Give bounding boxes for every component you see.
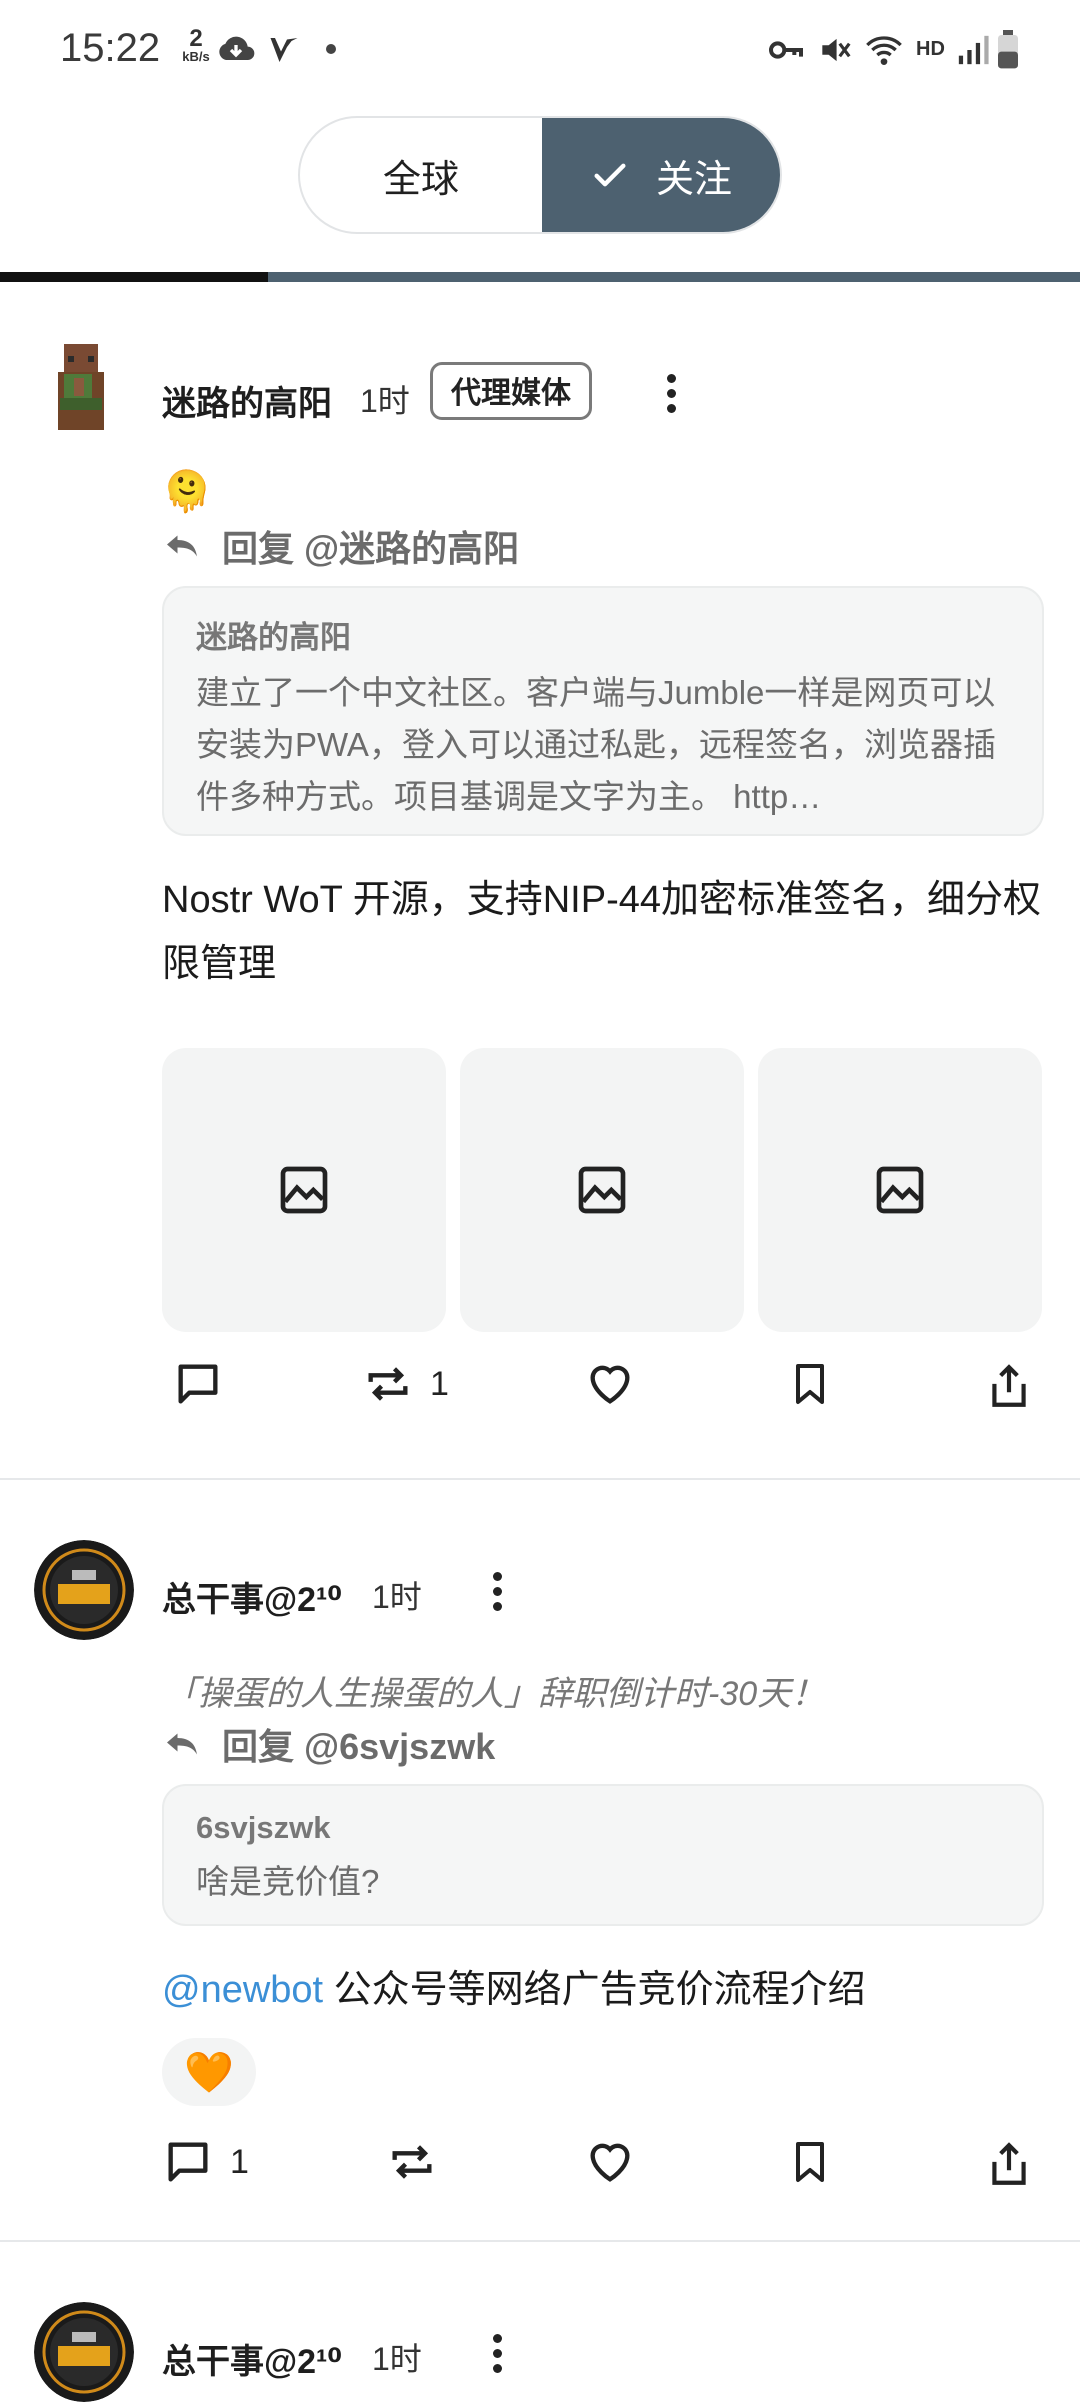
- repost-count: 1: [430, 1364, 449, 1403]
- comment-icon: [168, 2142, 208, 2182]
- post-content: Nostr WoT 开源，支持NIP-44加密标准签名，细分权限管理: [162, 879, 1042, 985]
- mute-icon: [822, 38, 851, 62]
- tab-following-label: 关注: [655, 158, 732, 201]
- reply-to-line[interactable]: 回复 @6svjszwk: [164, 1718, 495, 1770]
- bookmark-icon: [796, 2142, 824, 2182]
- repost-icon: [392, 2145, 432, 2179]
- share-icon: [992, 1364, 1026, 1407]
- check-icon: [594, 163, 626, 187]
- image-placeholder-icon: [280, 1166, 328, 1214]
- post-content-text: 公众号等网络广告竞价流程介绍: [323, 1969, 866, 2011]
- mention-link[interactable]: @newbot: [162, 1969, 323, 2011]
- hd-voice-indicator: HD: [916, 38, 945, 60]
- image-placeholder-icon: [876, 1166, 924, 1214]
- comment-icon: [178, 1364, 218, 1404]
- avatar[interactable]: [34, 1540, 134, 1640]
- image-thumbnail[interactable]: [758, 1048, 1042, 1332]
- post-author[interactable]: 迷路的高阳: [162, 376, 332, 425]
- reply-button[interactable]: 1: [162, 2136, 249, 2188]
- post-actions: 1: [0, 2136, 1080, 2206]
- wifi-6-icon: [866, 36, 902, 65]
- reply-to-text: 回复 @6svjszwk: [222, 1726, 496, 1767]
- network-speed-value: 2: [189, 25, 203, 52]
- badge-2024-avatar-icon: [34, 2302, 134, 2402]
- image-gallery: [162, 1048, 1048, 1332]
- battery-icon: [998, 30, 1018, 69]
- heart-icon: [590, 2143, 630, 2182]
- more-options-icon[interactable]: [492, 1572, 504, 1617]
- tab-indicator-active: [0, 272, 268, 282]
- vpn-key-icon: [769, 41, 803, 59]
- post-time: 1时: [372, 1579, 422, 1615]
- author-status: 「操蛋的人生操蛋的人」辞职倒计时-30天！: [164, 1675, 826, 1713]
- quoted-note[interactable]: 迷路的高阳 建立了一个中文社区。客户端与Jumble一样是网页可以安装为PWA，…: [162, 586, 1044, 836]
- image-thumbnail[interactable]: [460, 1048, 744, 1332]
- quoted-text: 啥是竞价值?: [196, 1863, 380, 1900]
- signal-icon: [958, 35, 989, 65]
- post-divider: [0, 2240, 1080, 2242]
- bookmark-icon: [796, 1364, 824, 1404]
- reaction-emoji: 🧡: [184, 2050, 234, 2095]
- tab-indicator-bar: [0, 272, 1080, 282]
- repost-icon: [368, 1367, 408, 1401]
- repost-button[interactable]: [386, 2136, 438, 2188]
- feed-switcher: 全球 关注: [298, 116, 782, 234]
- tab-following[interactable]: 关注: [542, 118, 780, 232]
- reply-arrow-icon: [167, 1733, 197, 1755]
- bookmark-button[interactable]: [786, 2136, 834, 2188]
- image-placeholder-icon: [578, 1166, 626, 1214]
- quoted-note[interactable]: 6svjszwk 啥是竞价值?: [162, 1784, 1044, 1926]
- status-time: 15:22: [60, 26, 161, 70]
- reply-button[interactable]: [172, 1358, 224, 1410]
- v-app-icon: [270, 38, 298, 62]
- notification-dot-icon: [326, 44, 336, 54]
- image-thumbnail[interactable]: [162, 1048, 446, 1332]
- status-bar: 15:22 2 kB/s HD: [0, 0, 1080, 100]
- post-time: 1时: [372, 2341, 422, 2377]
- heart-icon: [590, 1365, 630, 1404]
- villager-avatar-icon: [34, 338, 134, 438]
- network-speed-unit: kB/s: [182, 49, 210, 64]
- network-speed: 2 kB/s: [176, 25, 216, 66]
- more-options-icon[interactable]: [666, 374, 678, 419]
- avatar[interactable]: [34, 338, 134, 438]
- share-button[interactable]: [984, 1358, 1034, 1414]
- repost-button[interactable]: 1: [362, 1358, 449, 1410]
- post-time: 1时: [360, 383, 410, 419]
- post-actions: 1: [0, 1358, 1080, 1428]
- quoted-author: 6svjszwk: [196, 1810, 331, 1845]
- proxy-media-badge[interactable]: 代理媒体: [430, 362, 592, 420]
- post-divider: [0, 1478, 1080, 1480]
- quoted-author: 迷路的高阳: [196, 620, 351, 655]
- like-button[interactable]: [584, 2136, 636, 2188]
- reply-arrow-icon: [167, 535, 197, 557]
- avatar[interactable]: [34, 2302, 134, 2402]
- share-icon: [992, 2142, 1026, 2185]
- more-options-icon[interactable]: [492, 2334, 504, 2379]
- post-author[interactable]: 总干事@2¹⁰: [162, 2334, 342, 2383]
- like-button[interactable]: [584, 1358, 636, 1410]
- share-button[interactable]: [984, 2136, 1034, 2192]
- quoted-text: 建立了一个中文社区。客户端与Jumble一样是网页可以安装为PWA，登入可以通过…: [196, 674, 996, 815]
- post-content: @newbot 公众号等网络广告竞价流程介绍: [162, 1958, 1048, 2022]
- reply-to-text: 回复 @迷路的高阳: [222, 528, 520, 569]
- post-author[interactable]: 总干事@2¹⁰: [162, 1572, 342, 1621]
- cloud-download-icon: [219, 36, 255, 60]
- post-emoji: 🫠: [162, 470, 212, 514]
- reply-count: 1: [230, 2142, 249, 2181]
- tab-global[interactable]: 全球: [300, 118, 542, 232]
- reply-to-line[interactable]: 回复 @迷路的高阳: [164, 520, 519, 572]
- bookmark-button[interactable]: [786, 1358, 834, 1410]
- badge-2024-avatar-icon: [34, 1540, 134, 1640]
- reaction-pill[interactable]: 🧡: [162, 2038, 256, 2106]
